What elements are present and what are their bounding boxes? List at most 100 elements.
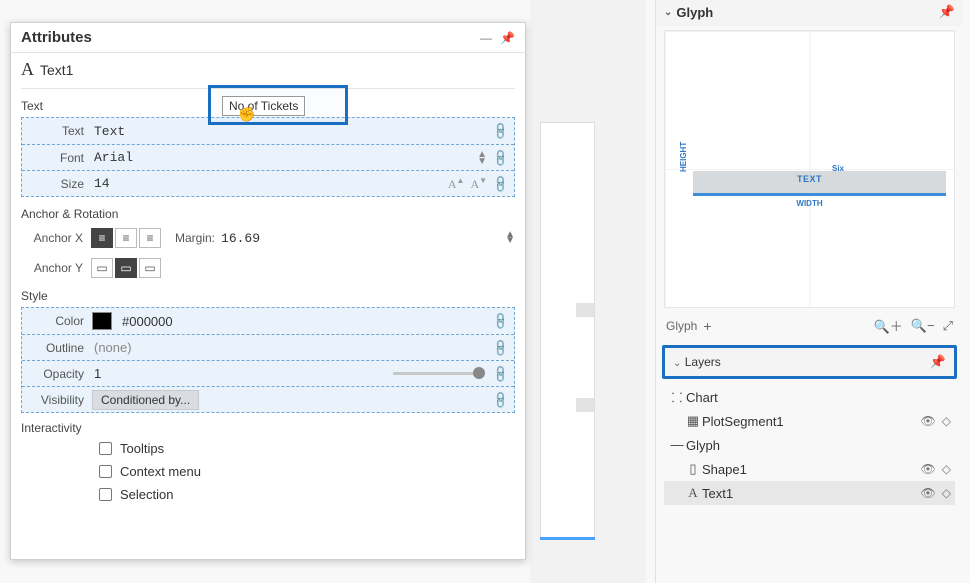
checkbox-icon[interactable] bbox=[99, 488, 112, 501]
layer-row-glyph[interactable]: ⎯⎯Glyph bbox=[664, 433, 955, 457]
layer-name: Chart bbox=[686, 390, 951, 405]
link-icon[interactable]: 🔗 bbox=[490, 147, 510, 167]
margin-label: Margin: bbox=[175, 231, 215, 245]
prop-outline-label: Outline bbox=[22, 341, 92, 355]
erase-icon[interactable]: ◇ bbox=[942, 414, 951, 428]
pin-icon[interactable]: 📌 bbox=[930, 354, 946, 370]
glyph-canvas[interactable]: Six TEXT WIDTH HEIGHT bbox=[664, 30, 955, 308]
selected-object-name: Text1 bbox=[40, 62, 73, 78]
context-menu-checkbox-row[interactable]: Context menu bbox=[11, 460, 525, 483]
glyph-label-six: Six bbox=[832, 164, 844, 173]
anchor-x-label: Anchor X bbox=[21, 231, 91, 245]
prop-size-label: Size bbox=[22, 177, 92, 191]
glyph-label-height: HEIGHT bbox=[679, 142, 688, 172]
anchor-y-label: Anchor Y bbox=[21, 261, 91, 275]
prop-color-label: Color bbox=[22, 314, 92, 328]
chevron-down-icon[interactable]: ⌄ bbox=[673, 358, 681, 369]
zoom-fit-icon[interactable]: ⤢ bbox=[943, 318, 953, 334]
prop-outline-row[interactable]: Outline (none) 🔗 bbox=[22, 334, 514, 360]
layer-row-plotsegment1[interactable]: ▦PlotSegment1👁 ◇ bbox=[664, 409, 955, 433]
link-icon[interactable]: 🔗 bbox=[490, 173, 510, 193]
selected-object-row[interactable]: A Text1 bbox=[11, 53, 525, 88]
selection-checkbox-row[interactable]: Selection bbox=[11, 483, 525, 506]
prop-outline-value[interactable]: (none) bbox=[92, 340, 493, 355]
text-icon: A bbox=[684, 485, 702, 501]
prop-size-value[interactable]: 14 bbox=[92, 176, 448, 191]
checkbox-icon[interactable] bbox=[99, 442, 112, 455]
layer-name: Text1 bbox=[702, 486, 921, 501]
color-swatch[interactable] bbox=[92, 312, 112, 330]
drag-hint-tooltip: No of Tickets bbox=[222, 96, 305, 116]
chevron-down-icon[interactable]: ⌄ bbox=[664, 7, 672, 18]
opacity-slider[interactable] bbox=[393, 372, 483, 375]
zoom-in-icon[interactable]: 🔍＋ bbox=[874, 316, 903, 335]
attributes-title: Attributes bbox=[21, 29, 92, 46]
right-column: ⌄ Glyph 📌 Six TEXT WIDTH HEIGHT Glyph + … bbox=[655, 0, 963, 583]
chart-canvas[interactable] bbox=[530, 0, 646, 583]
prop-visibility-row[interactable]: Visibility Conditioned by... 🔗 bbox=[22, 386, 514, 412]
grid-icon: ▦ bbox=[684, 413, 702, 429]
glyph-toolbar: Glyph + 🔍＋ 🔍− ⤢ bbox=[656, 314, 963, 341]
prop-opacity-row[interactable]: Opacity 1 🔗 bbox=[22, 360, 514, 386]
text-props-group: Text Text 🔗 Font Arial ▲▼ 🔗 Size 14 A▲ A… bbox=[21, 117, 515, 197]
margin-stepper-icon[interactable]: ▲▼ bbox=[505, 232, 515, 244]
prop-color-row[interactable]: Color #000000 🔗 bbox=[22, 308, 514, 334]
anchor-x-center-button[interactable]: ≡ bbox=[115, 228, 137, 248]
glyph-panel-header: ⌄ Glyph 📌 bbox=[656, 0, 963, 26]
canvas-baseline bbox=[540, 537, 595, 540]
checkbox-icon[interactable] bbox=[99, 465, 112, 478]
margin-value[interactable]: 16.69 bbox=[221, 231, 260, 246]
pin-icon[interactable]: 📌 bbox=[500, 31, 515, 45]
anchor-y-bottom-button[interactable]: ▭ bbox=[139, 258, 161, 278]
font-size-down-icon[interactable]: A▼ bbox=[470, 176, 487, 192]
anchor-x-left-button[interactable]: ≡ bbox=[91, 228, 113, 248]
grab-cursor-icon: ✊ bbox=[238, 106, 255, 123]
layer-row-text1[interactable]: AText1👁 ◇ bbox=[664, 481, 955, 505]
prop-size-row[interactable]: Size 14 A▲ A▼ 🔗 bbox=[22, 170, 514, 196]
link-icon[interactable]: 🔗 bbox=[490, 311, 510, 331]
anchor-x-right-button[interactable]: ≡ bbox=[139, 228, 161, 248]
glyph-panel-title: Glyph bbox=[676, 5, 713, 20]
style-props-group: Color #000000 🔗 Outline (none) 🔗 Opacity… bbox=[21, 307, 515, 413]
pin-icon[interactable]: 📌 bbox=[939, 4, 955, 20]
prop-font-value[interactable]: Arial bbox=[92, 150, 477, 165]
glyph-icon: ⎯⎯ bbox=[668, 437, 686, 453]
layer-row-chart[interactable]: ⸬Chart bbox=[664, 385, 955, 409]
layer-name: PlotSegment1 bbox=[702, 414, 921, 429]
link-icon[interactable]: 🔗 bbox=[490, 363, 510, 383]
glyph-label-width: WIDTH bbox=[665, 199, 954, 208]
tooltips-checkbox-row[interactable]: Tooltips bbox=[11, 437, 525, 460]
font-stepper-icon[interactable]: ▲▼ bbox=[477, 151, 487, 165]
erase-icon[interactable]: ◇ bbox=[942, 462, 951, 476]
erase-icon[interactable]: ◇ bbox=[942, 486, 951, 500]
visibility-toggle-icon[interactable]: 👁 bbox=[921, 414, 936, 428]
prop-text-value[interactable]: Text bbox=[92, 124, 493, 139]
prop-color-value[interactable]: #000000 bbox=[120, 314, 493, 329]
tooltips-label: Tooltips bbox=[120, 441, 164, 456]
minimize-icon[interactable]: — bbox=[480, 31, 492, 45]
section-anchor: Anchor & Rotation bbox=[11, 201, 525, 223]
add-glyph-button[interactable]: + bbox=[703, 318, 711, 334]
link-icon[interactable]: 🔗 bbox=[490, 337, 510, 357]
visibility-condition-button[interactable]: Conditioned by... bbox=[92, 390, 199, 410]
anchor-y-middle-button[interactable]: ▭ bbox=[115, 258, 137, 278]
link-icon[interactable]: 🔗 bbox=[490, 389, 510, 409]
layers-panel-title: Layers bbox=[685, 355, 721, 369]
visibility-toggle-icon[interactable]: 👁 bbox=[921, 462, 936, 476]
visibility-toggle-icon[interactable]: 👁 bbox=[921, 486, 936, 500]
font-size-up-icon[interactable]: A▲ bbox=[448, 176, 465, 192]
glyph-toolbar-label: Glyph bbox=[666, 319, 697, 333]
link-icon[interactable]: 🔗 bbox=[490, 121, 510, 141]
prop-font-row[interactable]: Font Arial ▲▼ 🔗 bbox=[22, 144, 514, 170]
rect-icon: ▯ bbox=[684, 461, 702, 477]
zoom-out-icon[interactable]: 🔍− bbox=[911, 318, 935, 334]
plot-card bbox=[540, 122, 595, 538]
attributes-header: Attributes — 📌 bbox=[11, 23, 525, 53]
section-interactivity: Interactivity bbox=[11, 415, 525, 437]
chart-icon: ⸬ bbox=[668, 388, 686, 406]
prop-opacity-value[interactable]: 1 bbox=[92, 366, 373, 381]
selection-label: Selection bbox=[120, 487, 173, 502]
prop-text-label: Text bbox=[22, 124, 92, 138]
layer-row-shape1[interactable]: ▯Shape1👁◇ bbox=[664, 457, 955, 481]
anchor-y-top-button[interactable]: ▭ bbox=[91, 258, 113, 278]
